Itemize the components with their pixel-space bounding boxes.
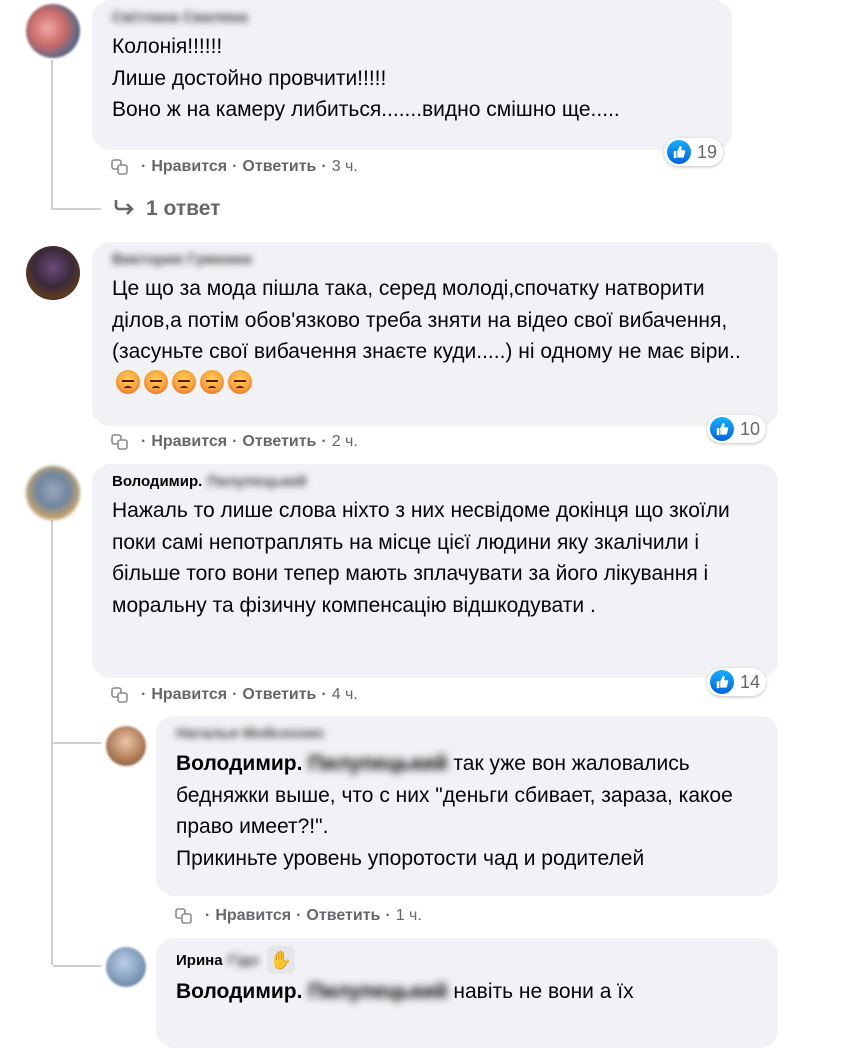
reply-text: Володимир. Пилупецький навіть не вони а …	[176, 976, 764, 1008]
like-link[interactable]: Нравится	[151, 433, 227, 451]
comment-author[interactable]: Світлана Свиляна	[112, 8, 718, 27]
reply-text: Володимир. Пилупецький так уже вон жалов…	[176, 748, 764, 874]
view-replies-link[interactable]: 1 ответ	[112, 196, 220, 222]
translate-icon[interactable]	[110, 157, 130, 177]
comment-bubble: Світлана Свиляна Колонія!!!!!! Лише дост…	[92, 0, 732, 150]
author-name-blurred: Пилупецький	[207, 473, 307, 490]
reply-text-body: навіть не вони а їх	[447, 980, 634, 1003]
reaction-count-label: 19	[697, 141, 718, 162]
author-name: Володимир.	[112, 473, 203, 490]
comment-text: Це що за мода пішла така, серед молоді,с…	[112, 273, 764, 399]
comment-actions: · Нравится · Ответить · 3 ч.	[110, 156, 358, 178]
author-name: Ирина	[176, 951, 223, 969]
reply-author[interactable]: Ирина Гідо ✋	[176, 946, 764, 974]
like-link[interactable]: Нравится	[215, 907, 291, 925]
comment-text-body: Це що за мода пішла така, серед молоді,с…	[112, 277, 741, 363]
separator-dot: ·	[296, 907, 302, 924]
thumbs-up-icon	[710, 670, 734, 694]
timestamp[interactable]: 3 ч.	[332, 158, 358, 176]
separator-dot: ·	[232, 686, 238, 703]
thread-line	[51, 60, 53, 210]
reply-bubble: Наталья Мойсеєнко Володимир. Пилупецький…	[156, 716, 778, 896]
avatar[interactable]	[26, 4, 80, 58]
angry-face-emoji	[172, 369, 196, 394]
translate-icon[interactable]	[174, 906, 194, 926]
reply-arrow-icon	[112, 196, 136, 222]
comment-text: Колонія!!!!!! Лише достойно провчити!!!!…	[112, 35, 620, 121]
timestamp[interactable]: 4 ч.	[332, 686, 358, 704]
avatar[interactable]	[106, 947, 146, 987]
mention-name: Володимир.	[176, 980, 303, 1003]
reply-author[interactable]: Наталья Мойсеєнко	[176, 724, 764, 743]
thread-line	[53, 208, 101, 210]
reaction-count-label: 10	[740, 418, 761, 439]
separator-dot: ·	[321, 433, 327, 450]
reply-link[interactable]: Ответить	[242, 686, 316, 704]
separator-dot: ·	[385, 907, 391, 924]
thread-line	[53, 965, 101, 967]
separator-dot: ·	[321, 158, 327, 175]
separator-dot: ·	[321, 686, 327, 703]
mention-name: Володимир.	[176, 752, 303, 775]
reaction-count[interactable]: 10	[707, 415, 767, 443]
like-link[interactable]: Нравится	[151, 158, 227, 176]
reply-link[interactable]: Ответить	[306, 907, 380, 925]
timestamp[interactable]: 1 ч.	[396, 907, 422, 925]
comment-author[interactable]: Виктория Гуменюк	[112, 250, 764, 269]
translate-icon[interactable]	[110, 432, 130, 452]
mention-name-blurred: Пилупецький	[308, 980, 448, 1003]
raised-hand-icon[interactable]: ✋	[266, 946, 295, 974]
mention-name-blurred: Пилупецький	[308, 752, 448, 775]
avatar[interactable]	[26, 466, 80, 520]
angry-face-emoji	[116, 369, 140, 394]
comment-actions: · Нравится · Ответить · 2 ч.	[110, 431, 358, 453]
angry-face-emoji	[200, 369, 224, 394]
thumbs-up-icon	[710, 417, 734, 441]
thumbs-up-icon	[667, 140, 691, 164]
emoji-group	[116, 369, 252, 394]
angry-face-emoji	[228, 369, 252, 394]
replies-count: 1 ответ	[146, 197, 221, 220]
comment-bubble: Володимир. Пилупецький Нажаль то лише сл…	[92, 464, 778, 678]
separator-dot: ·	[141, 686, 147, 703]
avatar[interactable]	[106, 726, 146, 766]
reply-link[interactable]: Ответить	[242, 433, 316, 451]
author-name-blurred: Гідо	[227, 951, 259, 969]
mention-link[interactable]: Володимир. Пилупецький	[176, 752, 448, 775]
author-name-blurred: Світлана Свиляна	[112, 9, 248, 26]
avatar[interactable]	[26, 246, 80, 300]
reaction-count-label: 14	[740, 671, 761, 692]
reply-link[interactable]: Ответить	[242, 158, 316, 176]
reaction-count[interactable]: 19	[664, 138, 724, 166]
reply-bubble: Ирина Гідо ✋ Володимир. Пилупецький наві…	[156, 938, 778, 1048]
translate-icon[interactable]	[110, 685, 130, 705]
author-name-blurred: Виктория Гуменюк	[112, 251, 253, 268]
comment-bubble: Виктория Гуменюк Це що за мода пішла так…	[92, 242, 778, 426]
comment-actions: · Нравится · Ответить · 4 ч.	[110, 684, 358, 706]
reaction-count[interactable]: 14	[707, 668, 767, 696]
separator-dot: ·	[232, 158, 238, 175]
like-link[interactable]: Нравится	[151, 686, 227, 704]
timestamp[interactable]: 2 ч.	[332, 433, 358, 451]
thread-line	[53, 742, 101, 744]
reply-actions: · Нравится · Ответить · 1 ч.	[174, 905, 422, 927]
angry-face-emoji	[144, 369, 168, 394]
separator-dot: ·	[232, 433, 238, 450]
separator-dot: ·	[205, 907, 211, 924]
separator-dot: ·	[141, 433, 147, 450]
separator-dot: ·	[141, 158, 147, 175]
comment-text: Нажаль то лише слова ніхто з них несвідо…	[112, 499, 730, 617]
mention-link[interactable]: Володимир. Пилупецький	[176, 980, 448, 1003]
comment-author[interactable]: Володимир. Пилупецький	[112, 472, 764, 491]
author-name-blurred: Наталья Мойсеєнко	[176, 725, 324, 742]
